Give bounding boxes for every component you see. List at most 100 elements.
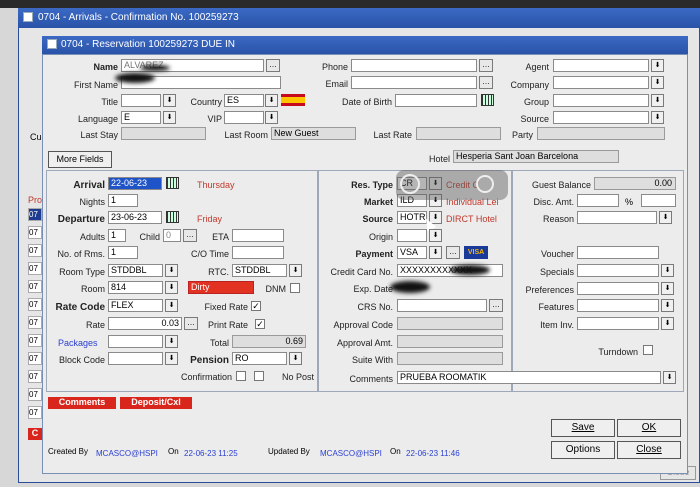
confirmation-checkbox-2[interactable] — [254, 371, 264, 381]
confirmation-checkbox[interactable] — [236, 371, 246, 381]
voucher-field[interactable] — [577, 246, 659, 259]
date-of-birth-field[interactable] — [395, 94, 477, 107]
item-inv-dropdown[interactable]: ⬇ — [661, 317, 674, 330]
comments-field[interactable]: PRUEBA ROOMATIK — [397, 371, 661, 384]
rtc-field[interactable]: STDDBL — [232, 264, 287, 277]
room-type-field[interactable]: STDDBL — [108, 264, 163, 277]
payment-field[interactable]: VSA — [397, 246, 427, 259]
adults-field[interactable]: 1 — [108, 229, 126, 242]
phone-lookup-button[interactable]: … — [479, 59, 493, 72]
country-field[interactable]: ES — [224, 94, 264, 107]
side-row[interactable]: 07 — [28, 226, 42, 239]
eta-field[interactable] — [232, 229, 284, 242]
side-row[interactable]: 07 — [28, 370, 42, 383]
name-lookup-button[interactable]: … — [266, 59, 280, 72]
agent-dropdown[interactable]: ⬇ — [651, 59, 664, 72]
crs-no-field[interactable] — [397, 299, 487, 312]
rate-code-field[interactable]: FLEX — [108, 299, 163, 312]
specials-dropdown[interactable]: ⬇ — [661, 264, 674, 277]
departure-field[interactable]: 23-06-23 — [108, 211, 162, 224]
source-profile-field[interactable] — [553, 111, 649, 124]
title-dropdown[interactable]: ⬇ — [163, 94, 176, 107]
disc-percent-field[interactable] — [641, 194, 676, 207]
print-rate-checkbox[interactable]: ✓ — [255, 319, 265, 329]
block-code-dropdown[interactable]: ⬇ — [165, 352, 178, 365]
vip-dropdown[interactable]: ⬇ — [265, 111, 278, 124]
child-lookup-button[interactable]: … — [183, 229, 197, 242]
stop-icon[interactable] — [476, 175, 494, 193]
item-inv-field[interactable] — [577, 317, 659, 330]
company-dropdown[interactable]: ⬇ — [651, 76, 664, 89]
rtc-dropdown[interactable]: ⬇ — [289, 264, 302, 277]
calendar-icon[interactable] — [166, 177, 179, 189]
crs-lookup-button[interactable]: … — [489, 299, 503, 312]
child-field[interactable]: 0 — [163, 229, 181, 242]
comments-button[interactable]: Comments — [48, 397, 116, 409]
comments-dropdown[interactable]: ⬇ — [663, 371, 676, 384]
reason-dropdown[interactable]: ⬇ — [659, 211, 672, 224]
packages-field[interactable] — [108, 335, 163, 348]
origin-dropdown[interactable]: ⬇ — [429, 229, 442, 242]
arrival-field[interactable]: 22-06-23 — [108, 177, 162, 190]
specials-field[interactable] — [577, 264, 659, 277]
fixed-rate-checkbox[interactable]: ✓ — [251, 301, 261, 311]
side-row[interactable]: 07 — [28, 262, 42, 275]
dnm-checkbox[interactable] — [290, 283, 300, 293]
pension-field[interactable]: RO — [232, 352, 287, 365]
group-dropdown[interactable]: ⬇ — [651, 94, 664, 107]
payment-dropdown[interactable]: ⬇ — [429, 246, 442, 259]
disc-amt-field[interactable] — [577, 194, 619, 207]
co-time-field[interactable] — [232, 246, 284, 259]
email-field[interactable] — [351, 76, 477, 89]
features-field[interactable] — [577, 299, 659, 312]
vip-field[interactable] — [224, 111, 264, 124]
group-field[interactable] — [553, 94, 649, 107]
rate-code-dropdown[interactable]: ⬇ — [165, 299, 178, 312]
side-row[interactable]: 07 — [28, 316, 42, 329]
country-dropdown[interactable]: ⬇ — [265, 94, 278, 107]
payment-lookup-button[interactable]: … — [446, 246, 460, 259]
reason-field[interactable] — [577, 211, 657, 224]
rate-field[interactable]: 0.03 — [108, 317, 182, 330]
language-dropdown[interactable]: ⬇ — [163, 111, 176, 124]
company-field[interactable] — [553, 76, 649, 89]
preferences-dropdown[interactable]: ⬇ — [661, 282, 674, 295]
source-profile-dropdown[interactable]: ⬇ — [651, 111, 664, 124]
side-row[interactable]: 07 — [28, 388, 42, 401]
more-fields-button[interactable]: More Fields — [48, 151, 112, 168]
room-dropdown[interactable]: ⬇ — [165, 281, 178, 294]
origin-field[interactable] — [397, 229, 427, 242]
packages-link[interactable]: Packages — [48, 338, 105, 348]
calendar-icon[interactable] — [481, 94, 494, 106]
room-field[interactable]: 814 — [108, 281, 163, 294]
side-row[interactable]: 07 — [28, 208, 42, 221]
side-row[interactable]: 07 — [28, 298, 42, 311]
packages-dropdown[interactable]: ⬇ — [165, 335, 178, 348]
phone-field[interactable] — [351, 59, 477, 72]
title-field[interactable] — [121, 94, 161, 107]
ok-button[interactable]: OK — [617, 419, 681, 437]
room-type-dropdown[interactable]: ⬇ — [165, 264, 178, 277]
side-red-button[interactable]: C — [28, 428, 42, 440]
rooms-field[interactable]: 1 — [108, 246, 138, 259]
side-row[interactable]: 07 — [28, 406, 42, 419]
pension-dropdown[interactable]: ⬇ — [289, 352, 302, 365]
side-row[interactable]: 07 — [28, 334, 42, 347]
deposit-cxl-button[interactable]: Deposit/Cxl — [120, 397, 192, 409]
calendar-icon[interactable] — [166, 211, 179, 223]
agent-field[interactable] — [553, 59, 649, 72]
mic-off-icon[interactable] — [400, 174, 420, 194]
side-row[interactable]: 07 — [28, 352, 42, 365]
block-code-field[interactable] — [108, 352, 163, 365]
language-field[interactable]: E — [121, 111, 161, 124]
turndown-checkbox[interactable] — [643, 345, 653, 355]
email-lookup-button[interactable]: … — [479, 76, 493, 89]
nights-field[interactable]: 1 — [108, 194, 138, 207]
rate-info-button[interactable]: … — [184, 317, 198, 330]
preferences-field[interactable] — [577, 282, 659, 295]
options-button[interactable]: Options — [551, 441, 615, 459]
side-row[interactable]: 07 — [28, 280, 42, 293]
save-button[interactable]: Save — [551, 419, 615, 437]
close-button[interactable]: Close — [617, 441, 681, 459]
features-dropdown[interactable]: ⬇ — [661, 299, 674, 312]
